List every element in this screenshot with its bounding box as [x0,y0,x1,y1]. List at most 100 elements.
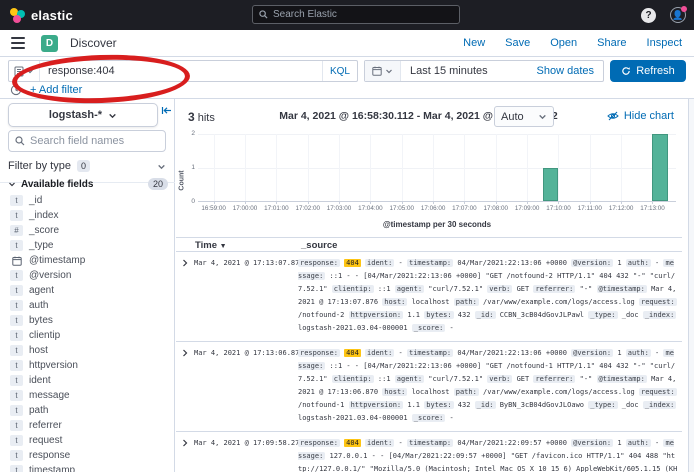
source-field-value: localhost [412,388,450,396]
time-column-header[interactable]: Time ▼ [195,240,227,251]
x-tick-mark [652,201,653,204]
source-field-key: _id: [475,311,496,319]
x-tick-mark [496,201,497,204]
source-field-key: auth: [626,439,651,447]
chevron-down-icon [385,67,393,75]
add-filter-button[interactable]: + Add filter [30,84,82,96]
date-quick-select[interactable] [365,61,401,81]
field-item-@version[interactable]: t@version [10,268,170,283]
fields-sidebar: logstash-* Search field names Filter by … [0,99,175,472]
documents-table: Mar 4, 2021 @ 17:13:07.876response: 404 … [176,252,682,472]
source-field-key: path: [454,298,479,306]
field-item-ident[interactable]: tident [10,373,170,388]
time-range-value[interactable]: Last 15 minutes [401,65,537,77]
global-search-input[interactable]: Search Elastic [252,5,460,24]
source-field-value: - [399,349,403,357]
source-field-value: 04/Mar/2021:22:09:57 +0000 [457,439,567,447]
field-type-icon: t [10,210,23,221]
nav-action-new[interactable]: New [463,37,485,49]
search-icon [259,10,268,19]
index-pattern-select[interactable]: logstash-* [8,103,158,127]
query-text[interactable]: response:404 [40,65,322,77]
x-gridline [433,134,434,201]
interval-select[interactable]: Auto [494,106,554,127]
x-tick-mark [527,201,528,204]
refresh-button[interactable]: Refresh [610,60,686,82]
field-name: host [29,345,48,356]
collapse-sidebar-icon[interactable] [161,105,172,116]
expand-row-icon[interactable] [176,257,194,267]
app-badge[interactable]: D [41,35,58,52]
refresh-label: Refresh [636,65,675,77]
field-item-response[interactable]: tresponse [10,448,170,463]
show-dates-button[interactable]: Show dates [537,65,603,77]
histogram-bar[interactable] [652,134,668,201]
field-item-request[interactable]: trequest [10,433,170,448]
field-item-timestamp[interactable]: ttimestamp [10,463,170,472]
field-item-httpversion[interactable]: thttpversion [10,358,170,373]
source-field-key: _score: [412,414,446,422]
x-tick-mark [464,201,465,204]
expand-row-icon[interactable] [176,347,194,357]
field-item-host[interactable]: thost [10,343,170,358]
source-field-key: response: [298,349,340,357]
histogram-bar[interactable] [543,168,559,202]
x-tick-mark [214,201,215,204]
nav-action-save[interactable]: Save [505,37,530,49]
field-item-bytes[interactable]: tbytes [10,313,170,328]
help-icon[interactable]: ? [641,8,656,23]
field-item-message[interactable]: tmessage [10,388,170,403]
available-fields-header[interactable]: Available fields 20 [8,176,168,192]
sort-descending-icon[interactable]: ▼ [220,243,227,250]
y-tick-label: 2 [184,130,195,137]
source-field-value: 04/Mar/2021:22:13:06 +0000 [457,259,567,267]
source-field-value: - [399,439,403,447]
saved-query-icon[interactable] [10,84,22,96]
source-field-value: 1 [617,259,621,267]
nav-action-share[interactable]: Share [597,37,626,49]
y-tick-label: 1 [184,164,195,171]
field-item-_type[interactable]: t_type [10,238,170,253]
source-field-value: localhost [412,298,450,306]
source-field-value: 127.0.0.1 - - [04/Mar/2021:22:09:57 +000… [298,452,677,472]
menu-icon[interactable] [11,37,25,49]
nav-action-inspect[interactable]: Inspect [647,37,682,49]
field-search-input[interactable]: Search field names [8,130,166,152]
field-item-_score[interactable]: #_score [10,223,170,238]
x-tick-mark [558,201,559,204]
source-field-value: - [655,439,659,447]
field-name: bytes [29,315,53,326]
query-input[interactable]: response:404 KQL [8,60,358,82]
available-fields-count: 20 [148,178,168,190]
source-field-key: verb: [487,285,512,293]
field-item-clientip[interactable]: tclientip [10,328,170,343]
expand-row-icon[interactable] [176,437,194,447]
source-field-value: /var/www/example.com/logs/access.log [483,388,635,396]
source-field-key: _type: [588,311,617,319]
scrollbar[interactable] [688,99,694,472]
query-menu-icon[interactable] [14,66,24,77]
source-field-value: ByBN_3cB04dGovJLOawo [500,401,584,409]
query-language-button[interactable]: KQL [322,61,357,81]
filter-by-type-select[interactable]: Filter by type 0 [8,156,166,176]
field-item-auth[interactable]: tauth [10,298,170,313]
field-type-icon: t [10,465,23,472]
user-avatar[interactable]: 👤 [670,7,686,23]
field-item-path[interactable]: tpath [10,403,170,418]
chevron-down-icon [157,162,166,171]
breadcrumb[interactable]: Discover [70,36,117,50]
hide-chart-button[interactable]: Hide chart [607,110,674,122]
x-tick-label: 17:07:00 [452,205,477,212]
nav-action-open[interactable]: Open [550,37,577,49]
field-item-agent[interactable]: tagent [10,283,170,298]
field-item-_index[interactable]: t_index [10,208,170,223]
calendar-icon [372,66,382,76]
chevron-down-icon[interactable] [26,67,34,75]
x-gridline [496,134,497,201]
field-item-referrer[interactable]: treferrer [10,418,170,433]
field-item-@timestamp[interactable]: @timestamp [10,253,170,268]
elastic-brand[interactable]: elastic [10,8,73,23]
field-item-_id[interactable]: t_id [10,193,170,208]
field-type-icon: t [10,240,23,251]
source-field-key: timestamp: [407,439,453,447]
